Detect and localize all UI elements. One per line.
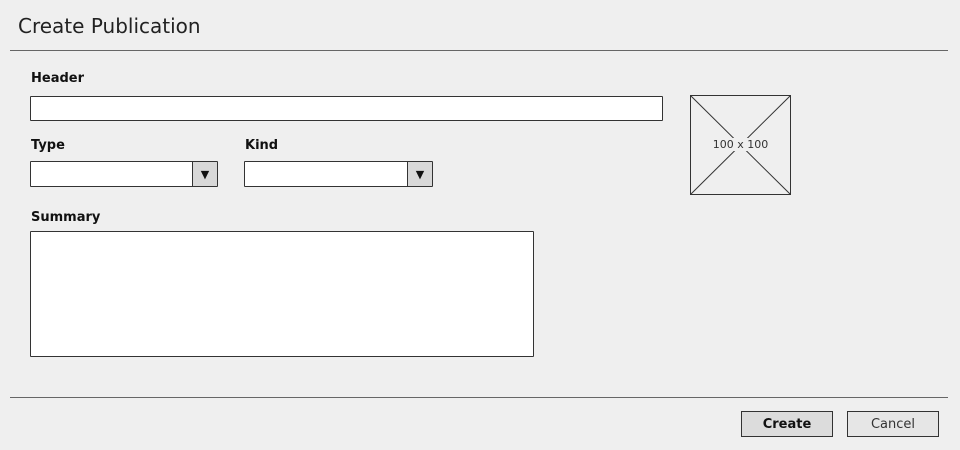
summary-label: Summary bbox=[31, 210, 101, 225]
header-label: Header bbox=[31, 71, 85, 86]
image-placeholder-icon: 100 x 100 bbox=[690, 95, 791, 195]
kind-label: Kind bbox=[245, 138, 279, 153]
header-input[interactable] bbox=[30, 96, 663, 121]
type-label: Type bbox=[31, 138, 65, 153]
footer-divider bbox=[10, 397, 948, 398]
page-title: Create Publication bbox=[18, 14, 201, 38]
image-size-label: 100 x 100 bbox=[710, 138, 771, 151]
title-divider bbox=[10, 50, 948, 51]
kind-select[interactable]: ▼ bbox=[244, 161, 433, 187]
cancel-button[interactable]: Cancel bbox=[847, 411, 939, 437]
chevron-down-icon[interactable]: ▼ bbox=[192, 162, 217, 186]
chevron-down-icon[interactable]: ▼ bbox=[407, 162, 432, 186]
create-button[interactable]: Create bbox=[741, 411, 833, 437]
summary-textarea[interactable] bbox=[30, 231, 534, 357]
type-select[interactable]: ▼ bbox=[30, 161, 218, 187]
